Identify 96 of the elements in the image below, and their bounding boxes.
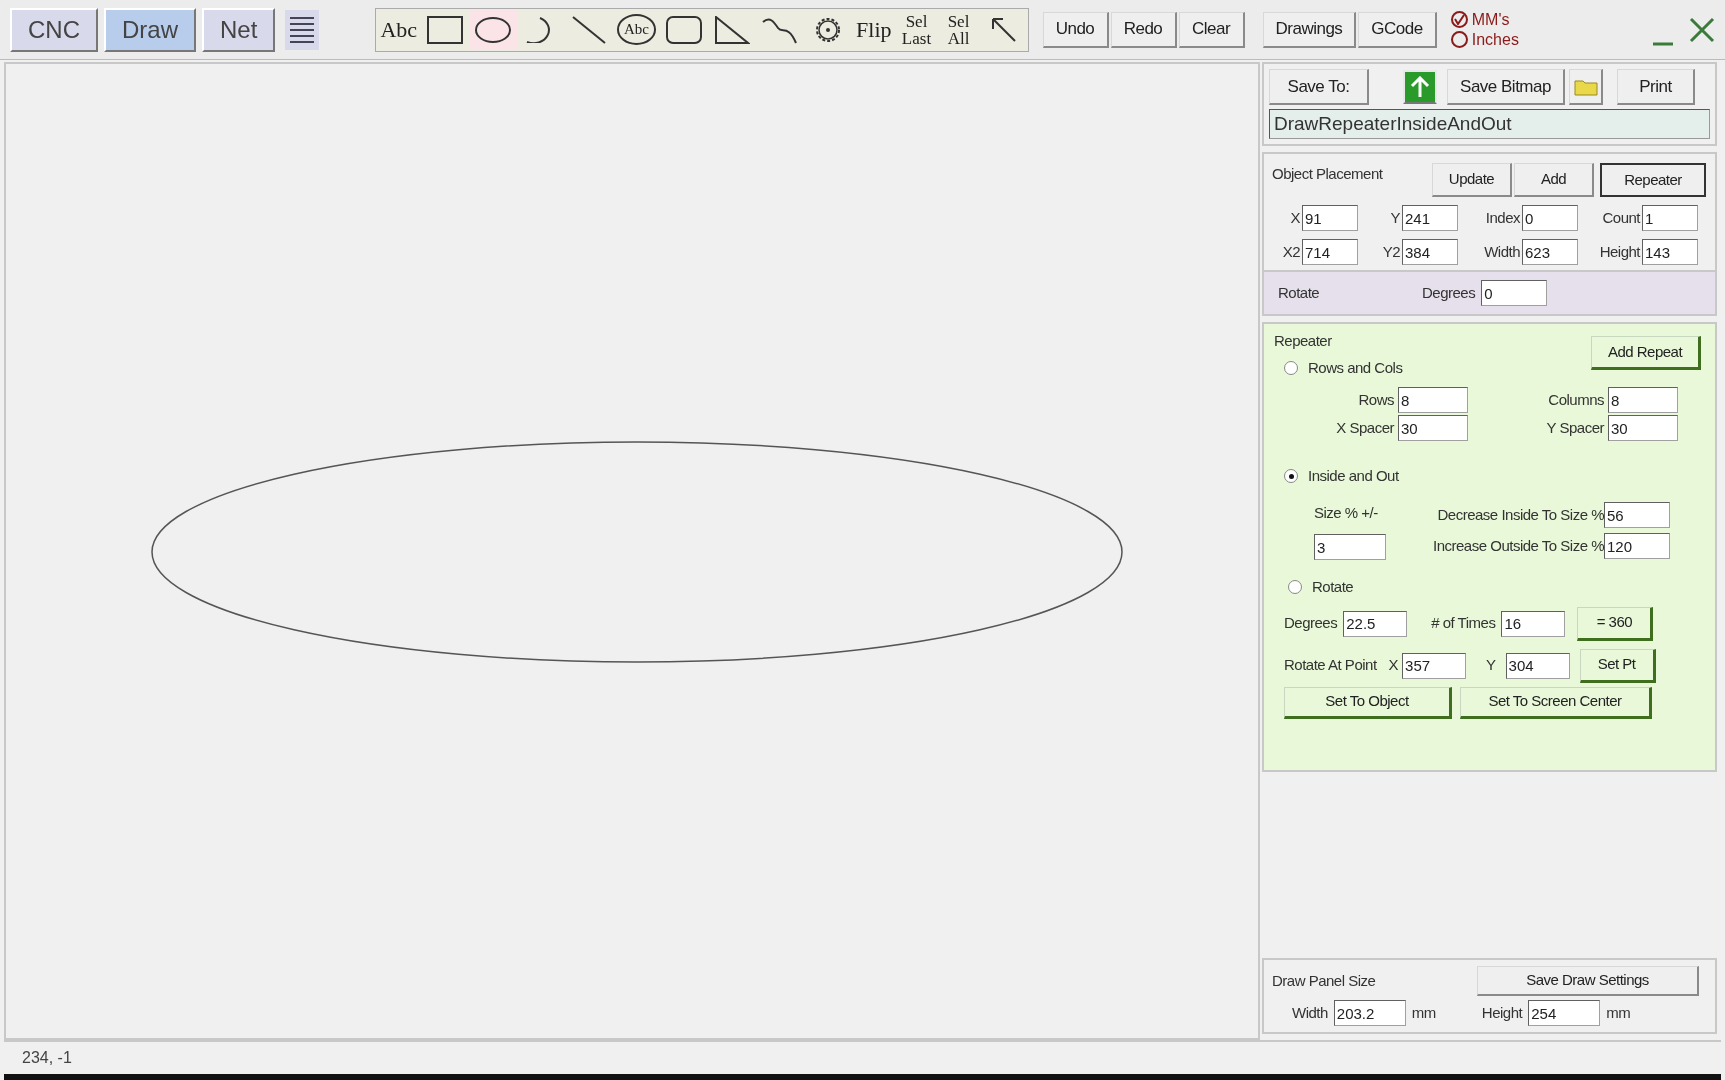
field-label: Y	[1486, 655, 1496, 676]
button[interactable]: Add Repeat	[1591, 336, 1701, 370]
field-label: mm	[1606, 1002, 1631, 1023]
field-label: Count	[1601, 207, 1640, 228]
field-label: Height	[1598, 241, 1640, 262]
field-label: Degrees	[1284, 613, 1338, 634]
input-field[interactable]: 714	[1302, 239, 1358, 265]
input-field[interactable]: 0	[1481, 280, 1548, 306]
radio-button[interactable]	[1450, 11, 1468, 28]
field-label: Degrees	[1422, 282, 1476, 303]
radio-button[interactable]	[1284, 360, 1298, 375]
pointer-icon	[990, 16, 1017, 43]
upload-button[interactable]	[1403, 70, 1437, 104]
button[interactable]: GCode	[1358, 11, 1437, 48]
mode-tab[interactable]: CNC	[10, 7, 98, 52]
field-label: Repeater	[1274, 331, 1332, 351]
input-field[interactable]: 304	[1505, 652, 1570, 679]
field-label: X Spacer	[1335, 417, 1394, 438]
button[interactable]: Undo	[1042, 11, 1109, 48]
input-field[interactable]: 8	[1398, 387, 1468, 413]
button[interactable]: Drawings	[1262, 11, 1357, 48]
field-label: Size % +/-	[1314, 502, 1379, 523]
input-field[interactable]: 8	[1608, 387, 1678, 413]
field-label: Rows	[1357, 389, 1394, 410]
input-field[interactable]: 357	[1402, 652, 1467, 679]
up-arrow-icon	[1410, 76, 1430, 98]
field-label: Draw Panel Size	[1272, 970, 1376, 991]
coordinates-text: 234, -1	[22, 1048, 72, 1068]
input-field[interactable]: 3	[1314, 534, 1386, 560]
field-label: mm	[1411, 1002, 1436, 1023]
field-label: Height	[1481, 1002, 1523, 1023]
triangle-icon	[714, 15, 751, 44]
input-field[interactable]: 16	[1501, 610, 1566, 637]
button[interactable]: Print	[1617, 69, 1695, 105]
field-label: X2	[1281, 241, 1300, 262]
unit-label: MM's	[1471, 9, 1510, 30]
field-label: Rotate	[1312, 577, 1354, 597]
radio-button[interactable]	[1288, 580, 1302, 595]
folder-icon	[1573, 77, 1598, 96]
rectangle-icon	[427, 15, 464, 44]
input-field[interactable]: 241	[1402, 205, 1458, 231]
section-title: Object Placement	[1272, 164, 1384, 184]
input-field[interactable]: 120	[1604, 533, 1670, 560]
input-field[interactable]: 30	[1398, 415, 1468, 441]
button[interactable]: Set To Screen Center	[1460, 686, 1652, 719]
button[interactable]: Save Bitmap	[1447, 69, 1565, 105]
field-label: Columns	[1547, 389, 1604, 410]
input-field[interactable]: 30	[1608, 415, 1678, 441]
field-label: Rotate At Point	[1284, 655, 1377, 676]
input-field[interactable]: 203.2	[1333, 1000, 1406, 1026]
radio-button[interactable]	[1450, 31, 1468, 48]
line-icon	[572, 15, 607, 44]
button[interactable]: Save Draw Settings	[1477, 966, 1699, 996]
field-label: Increase Outside To Size %	[1432, 536, 1604, 557]
field-label: Decrease Inside To Size %	[1436, 504, 1604, 525]
ellipse-icon	[475, 16, 512, 43]
field-label: Y2	[1381, 241, 1400, 262]
button[interactable]: Clear	[1178, 11, 1245, 48]
field-label: Rows and Cols	[1308, 357, 1403, 378]
input-field[interactable]: 0	[1522, 205, 1578, 231]
field-label: Rotate	[1278, 282, 1321, 303]
button[interactable]: Add	[1514, 163, 1594, 197]
input-field[interactable]: 623	[1522, 239, 1578, 265]
tool-button[interactable]	[469, 9, 518, 50]
menu-icon[interactable]	[285, 9, 320, 50]
button[interactable]: Save To:	[1269, 69, 1369, 105]
input-field[interactable]: 56	[1604, 502, 1670, 529]
input-field[interactable]: 384	[1402, 239, 1458, 265]
field-label: Y Spacer	[1545, 417, 1604, 438]
button[interactable]: Set To Object	[1284, 686, 1452, 719]
file-name-field[interactable]: DrawRepeaterInsideAndOut	[1269, 109, 1710, 139]
field-label: # of Times	[1431, 613, 1496, 634]
input-field[interactable]: 1	[1642, 205, 1698, 231]
button[interactable]: Update	[1432, 163, 1512, 197]
input-field[interactable]: 91	[1302, 205, 1358, 231]
field-label: X	[1388, 655, 1399, 676]
input-field[interactable]: 143	[1642, 239, 1698, 265]
button[interactable]: = 360	[1577, 606, 1654, 641]
radio-button[interactable]	[1284, 469, 1298, 484]
mode-tab[interactable]: Draw	[104, 7, 196, 52]
field-label: Index	[1484, 207, 1520, 228]
input-field[interactable]: 22.5	[1343, 610, 1408, 637]
button[interactable]: Repeater	[1600, 163, 1706, 197]
input-field[interactable]: 254	[1528, 1000, 1601, 1026]
field-label: Width	[1483, 241, 1520, 262]
unit-label: Inches	[1471, 29, 1519, 50]
field-label: Inside and Out	[1308, 466, 1399, 486]
close-icon[interactable]	[1689, 16, 1715, 43]
button[interactable]: Set Pt	[1579, 648, 1656, 683]
field-label: Y	[1389, 207, 1400, 228]
folder-button[interactable]	[1569, 69, 1603, 105]
mode-tab[interactable]: Net	[202, 7, 276, 52]
field-label: Width	[1292, 1002, 1328, 1023]
button[interactable]: Redo	[1110, 11, 1177, 48]
field-label: X	[1289, 207, 1300, 228]
rounded-rectangle-icon	[666, 15, 703, 44]
